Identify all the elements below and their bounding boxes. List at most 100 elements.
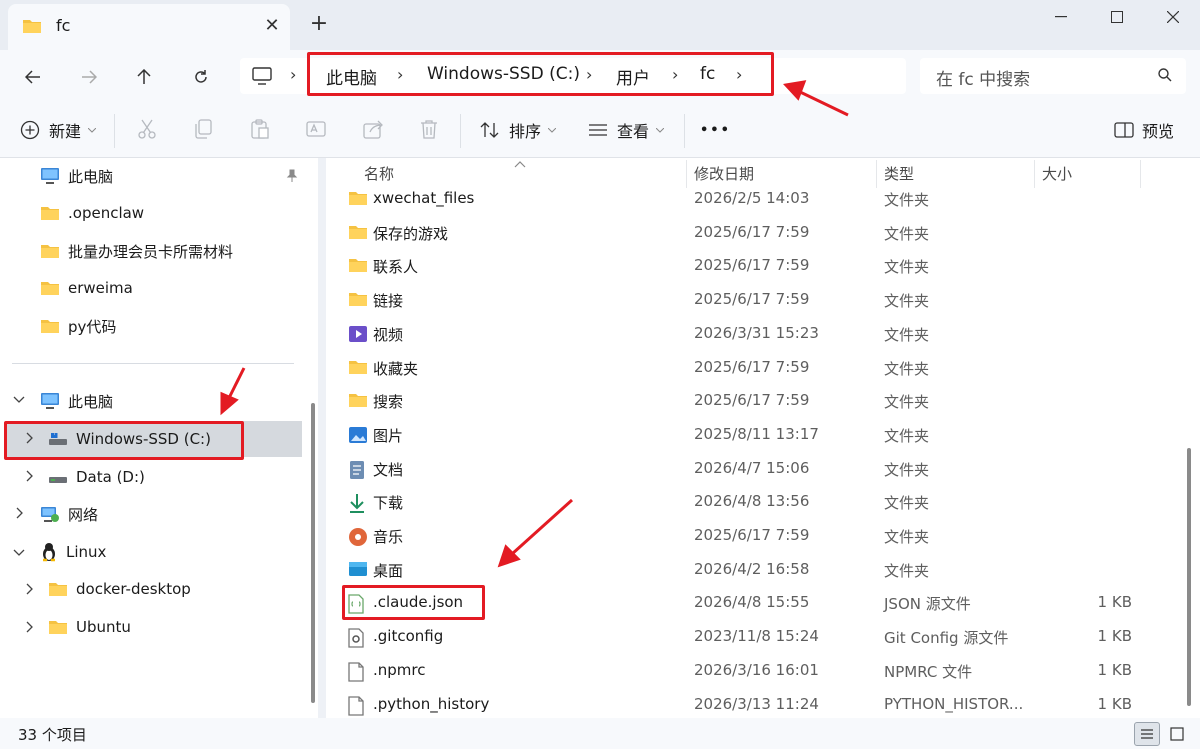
delete-icon[interactable] bbox=[418, 118, 440, 144]
up-button[interactable] bbox=[129, 62, 159, 92]
drive-icon bbox=[49, 433, 67, 445]
search-placeholder: 在 fc 中搜索 bbox=[936, 70, 1031, 90]
column-header-name[interactable]: 名称 bbox=[364, 163, 394, 184]
file-date: 2026/4/7 15:06 bbox=[694, 458, 810, 477]
tiles-view-button[interactable] bbox=[1164, 722, 1190, 746]
view-button[interactable]: 查看 bbox=[588, 116, 665, 144]
file-row[interactable]: .claude.json 2026/4/8 15:55 JSON 源文件 1 KB bbox=[326, 587, 1156, 620]
file-type: 文件夹 bbox=[884, 494, 930, 513]
chevron-right-icon[interactable] bbox=[16, 507, 24, 523]
new-button[interactable]: 新建 bbox=[20, 116, 97, 144]
file-name: .npmrc bbox=[373, 660, 426, 679]
file-name: .claude.json bbox=[373, 593, 464, 612]
details-view-button[interactable] bbox=[1134, 722, 1160, 746]
file-row[interactable]: .npmrc 2026/3/16 16:01 NPMRC 文件 1 KB bbox=[326, 655, 1156, 688]
file-row[interactable]: xwechat_files 2026/2/5 14:03 文件夹 bbox=[326, 183, 1156, 216]
file-row[interactable]: 图片 2025/8/11 13:17 文件夹 bbox=[326, 419, 1156, 452]
forward-button[interactable] bbox=[74, 62, 104, 92]
sort-label: 排序 bbox=[509, 122, 542, 141]
copy-icon[interactable] bbox=[193, 118, 215, 144]
breadcrumb-windows-ssd[interactable]: Windows-SSD (C:) bbox=[427, 64, 580, 84]
new-label: 新建 bbox=[49, 122, 82, 141]
file-row[interactable]: 文档 2026/4/7 15:06 文件夹 bbox=[326, 453, 1156, 486]
sidebar-scrollbar[interactable] bbox=[311, 403, 315, 703]
chevron-right-icon[interactable] bbox=[26, 583, 34, 599]
column-header-type[interactable]: 类型 bbox=[884, 163, 914, 184]
back-button[interactable] bbox=[18, 62, 48, 92]
share-icon[interactable] bbox=[362, 118, 384, 144]
chevron-right-icon[interactable]: › bbox=[672, 65, 678, 84]
preview-button[interactable]: 预览 bbox=[1114, 116, 1174, 144]
quick-access-py-code[interactable]: py代码 bbox=[40, 308, 116, 344]
file-row[interactable]: 联系人 2025/6/17 7:59 文件夹 bbox=[326, 250, 1156, 283]
paste-icon[interactable] bbox=[249, 118, 271, 144]
quick-access-membership-materials[interactable]: 批量办理会员卡所需材料 bbox=[40, 233, 233, 269]
file-name: 链接 bbox=[373, 292, 404, 311]
search-input[interactable]: 在 fc 中搜索 bbox=[920, 58, 1186, 94]
file-row[interactable]: 保存的游戏 2025/6/17 7:59 文件夹 bbox=[326, 217, 1156, 250]
file-row[interactable]: 链接 2025/6/17 7:59 文件夹 bbox=[326, 284, 1156, 317]
close-tab-button[interactable]: ✕ bbox=[260, 14, 284, 38]
maximize-button[interactable] bbox=[1090, 2, 1144, 32]
file-date: 2026/4/8 13:56 bbox=[694, 492, 810, 511]
minimize-button[interactable] bbox=[1034, 2, 1088, 32]
nav-label: 网络 bbox=[68, 505, 99, 524]
chevron-right-icon[interactable]: › bbox=[736, 65, 742, 84]
file-row[interactable]: 音乐 2025/6/17 7:59 文件夹 bbox=[326, 520, 1156, 553]
chevron-right-icon[interactable]: › bbox=[397, 65, 403, 84]
tree-windows-ssd[interactable]: Windows-SSD (C:) bbox=[48, 421, 211, 457]
tree-network[interactable]: 网络 bbox=[40, 496, 98, 532]
file-size: 1 KB bbox=[1097, 694, 1132, 713]
address-bar[interactable]: › 此电脑 › Windows-SSD (C:) › 用户 › fc › bbox=[240, 58, 906, 94]
quick-access-openclaw[interactable]: .openclaw bbox=[40, 195, 144, 231]
chevron-down-icon[interactable] bbox=[13, 393, 25, 408]
chevron-right-icon[interactable] bbox=[26, 621, 34, 637]
file-row[interactable]: 桌面 2026/4/2 16:58 文件夹 bbox=[326, 554, 1156, 587]
folder-icon bbox=[348, 359, 368, 379]
new-tab-button[interactable]: + bbox=[306, 12, 332, 38]
file-row[interactable]: .gitconfig 2023/11/8 15:24 Git Config 源文件 1… bbox=[326, 621, 1156, 654]
close-window-button[interactable] bbox=[1146, 2, 1200, 32]
file-type: 文件夹 bbox=[884, 393, 930, 412]
quick-access-erweima[interactable]: erweima bbox=[40, 270, 133, 306]
breadcrumb-fc[interactable]: fc bbox=[700, 64, 715, 84]
file-list-scrollbar[interactable] bbox=[1187, 448, 1191, 706]
tree-docker-desktop[interactable]: docker-desktop bbox=[48, 571, 191, 607]
column-header-date[interactable]: 修改日期 bbox=[694, 163, 754, 184]
breadcrumb-this-pc[interactable]: 此电脑 bbox=[326, 64, 377, 89]
nav-label: Windows-SSD (C:) bbox=[76, 430, 211, 448]
breadcrumb-users[interactable]: 用户 bbox=[616, 64, 650, 89]
file-date: 2025/6/17 7:59 bbox=[694, 290, 810, 309]
file-date: 2025/6/17 7:59 bbox=[694, 256, 810, 275]
file-date: 2025/6/17 7:59 bbox=[694, 391, 810, 410]
column-header-size[interactable]: 大小 bbox=[1042, 163, 1072, 184]
quick-access-this-pc[interactable]: 此电脑 bbox=[40, 158, 113, 194]
sort-button[interactable]: 排序 bbox=[480, 116, 557, 144]
nav-label: 此电脑 bbox=[68, 392, 114, 411]
tree-linux[interactable]: Linux bbox=[40, 534, 106, 570]
tree-this-pc[interactable]: 此电脑 bbox=[40, 383, 113, 419]
video-icon bbox=[348, 325, 368, 347]
file-name: 桌面 bbox=[373, 561, 404, 580]
file-row[interactable]: 下载 2026/4/8 13:56 文件夹 bbox=[326, 486, 1156, 519]
file-row[interactable]: .python_history 2026/3/13 11:24 PYTHON_HIS… bbox=[326, 689, 1156, 722]
folder-icon bbox=[348, 392, 368, 412]
chevron-right-icon[interactable] bbox=[26, 470, 34, 486]
folder-icon bbox=[49, 583, 67, 596]
pin-icon[interactable] bbox=[286, 169, 298, 187]
tab-fc[interactable]: fc ✕ bbox=[8, 4, 290, 50]
refresh-button[interactable] bbox=[186, 62, 216, 92]
chevron-right-icon[interactable]: › bbox=[586, 65, 592, 84]
file-row[interactable]: 搜索 2025/6/17 7:59 文件夹 bbox=[326, 385, 1156, 418]
chevron-right-icon[interactable] bbox=[26, 432, 34, 448]
rename-icon[interactable] bbox=[305, 118, 327, 144]
file-type: Git Config 源文件 bbox=[884, 629, 1009, 648]
file-row[interactable]: 视频 2026/3/31 15:23 文件夹 bbox=[326, 318, 1156, 351]
chevron-down-icon[interactable] bbox=[13, 546, 25, 561]
cut-icon[interactable] bbox=[136, 118, 158, 144]
more-button[interactable]: ••• bbox=[700, 116, 731, 144]
tree-ubuntu[interactable]: Ubuntu bbox=[48, 609, 131, 645]
file-row[interactable]: 收藏夹 2025/6/17 7:59 文件夹 bbox=[326, 352, 1156, 385]
tree-data-d[interactable]: Data (D:) bbox=[48, 459, 145, 495]
folder-icon bbox=[348, 224, 368, 244]
